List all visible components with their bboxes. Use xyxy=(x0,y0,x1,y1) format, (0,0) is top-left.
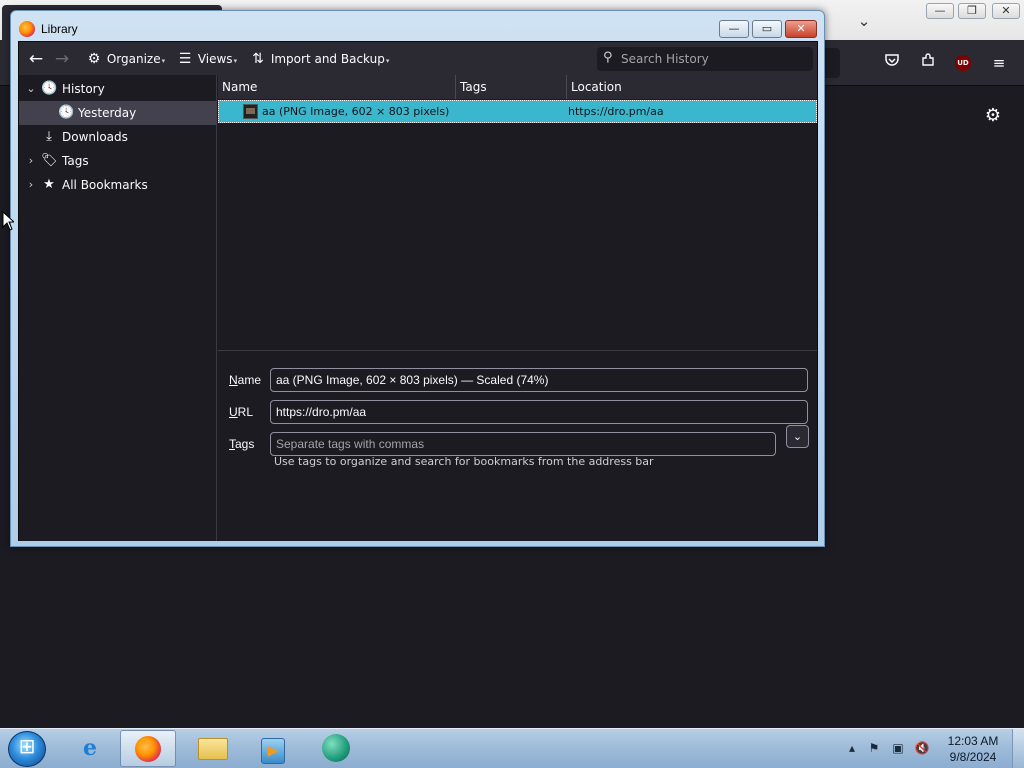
file-explorer-icon[interactable] xyxy=(185,730,241,767)
green-app-icon[interactable] xyxy=(308,730,364,767)
caret-down-icon: ▾ xyxy=(233,57,238,65)
tag-icon: 🏷 xyxy=(41,153,58,168)
caret-down-icon: ▾ xyxy=(385,57,390,65)
places-tree: ⌄ 🕓 History 🕓 Yesterday ⤓ Downloads › 🏷 … xyxy=(19,75,217,541)
tree-item-history[interactable]: ⌄ 🕓 History xyxy=(19,77,217,101)
name-field[interactable]: aa (PNG Image, 602 × 803 pixels) — Scale… xyxy=(270,368,808,392)
chevron-down-icon[interactable]: ⌄ xyxy=(852,10,876,32)
tree-item-label: Tags xyxy=(62,154,89,168)
url-field[interactable]: https://dro.pm/aa xyxy=(270,400,808,424)
star-icon: ★ xyxy=(43,177,55,192)
minimize-button[interactable]: — xyxy=(926,3,954,19)
views-button[interactable]: ☰ Views▾ xyxy=(176,48,237,70)
expand-arrow-icon[interactable]: › xyxy=(25,173,37,197)
import-export-icon: ⇅ xyxy=(252,51,264,67)
volume-muted-icon[interactable]: 🔇 xyxy=(914,740,930,756)
window-title: Library xyxy=(41,22,78,36)
name-access-key: N xyxy=(229,373,238,387)
close-button[interactable]: ✕ xyxy=(785,20,817,38)
search-icon: ⚲ xyxy=(603,50,613,65)
search-box[interactable]: ⚲ xyxy=(597,47,813,71)
name-label-rest: ame xyxy=(237,373,262,387)
internet-explorer-icon[interactable]: e xyxy=(62,730,118,767)
organize-button[interactable]: ⚙ Organize▾ xyxy=(85,48,165,70)
clock-icon: 🕓 xyxy=(58,105,75,120)
menu-icon[interactable]: ≡ xyxy=(988,52,1010,74)
url-access-key: U xyxy=(229,405,238,419)
column-header-location[interactable]: Location xyxy=(567,75,817,99)
firefox-taskbar-button[interactable] xyxy=(120,730,176,767)
clock-icon: 🕓 xyxy=(41,81,58,96)
ublock-badge: UD xyxy=(955,55,971,71)
action-center-flag-icon[interactable]: ⚑ xyxy=(866,740,882,756)
tags-label-rest: ags xyxy=(235,437,255,451)
row-name: aa (PNG Image, 602 × 803 pixels) ... xyxy=(262,105,452,118)
views-label: Views xyxy=(197,52,233,66)
list-icon: ☰ xyxy=(178,51,192,67)
tree-item-label: All Bookmarks xyxy=(62,178,148,192)
page-thumbnail-icon xyxy=(243,104,258,119)
show-desktop-button[interactable] xyxy=(1012,729,1024,768)
chevron-down-icon[interactable]: ⌄ xyxy=(786,425,809,448)
library-toolbar: ← → ⚙ Organize▾ ☰ Views▾ ⇅ Import and Ba… xyxy=(19,42,817,75)
taskbar: e ▶ ▴ ⚑ ▣ 🔇 12:03 AM 9/8/2024 xyxy=(0,728,1024,768)
details-pane: Name aa (PNG Image, 602 × 803 pixels) — … xyxy=(218,350,817,541)
media-player-icon[interactable]: ▶ xyxy=(245,730,301,767)
url-label: URL xyxy=(229,405,253,419)
url-label-rest: RL xyxy=(237,405,254,419)
taskbar-clock[interactable]: 12:03 AM 9/8/2024 xyxy=(944,733,1002,765)
organize-label: Organize xyxy=(106,52,161,66)
tree-item-label: History xyxy=(62,82,105,96)
tree-item-yesterday[interactable]: 🕓 Yesterday xyxy=(19,101,217,125)
ublock-icon[interactable]: UD xyxy=(952,52,974,74)
import-backup-label: Import and Backup xyxy=(270,52,385,66)
tags-hint: Use tags to organize and search for book… xyxy=(274,455,654,468)
system-tray: ▴ ⚑ ▣ 🔇 xyxy=(842,729,942,768)
tree-item-downloads[interactable]: ⤓ Downloads xyxy=(19,125,217,149)
tree-item-label: Downloads xyxy=(62,130,128,144)
maximize-button[interactable]: ▭ xyxy=(752,20,782,38)
forward-button[interactable]: → xyxy=(51,48,73,70)
gear-icon[interactable]: ⚙ xyxy=(982,105,1004,127)
table-row[interactable]: aa (PNG Image, 602 × 803 pixels) ... htt… xyxy=(218,100,817,123)
restore-button[interactable]: ❐ xyxy=(958,3,986,19)
mouse-cursor-icon xyxy=(2,210,16,234)
firefox-icon xyxy=(19,21,35,37)
library-window: Library — ▭ ✕ ← → ⚙ Organize▾ ☰ Views▾ ⇅… xyxy=(10,10,825,547)
caret-down-icon: ▾ xyxy=(161,57,166,65)
minimize-button[interactable]: — xyxy=(719,20,749,38)
show-hidden-icons-icon[interactable]: ▴ xyxy=(844,740,860,756)
tree-item-tags[interactable]: › 🏷 Tags xyxy=(19,149,217,173)
start-button[interactable] xyxy=(8,731,46,767)
import-backup-button[interactable]: ⇅ Import and Backup▾ xyxy=(249,48,389,70)
column-header-tags[interactable]: Tags xyxy=(456,75,567,99)
library-content: ← → ⚙ Organize▾ ☰ Views▾ ⇅ Import and Ba… xyxy=(18,41,818,541)
tags-label: Tags xyxy=(229,437,254,451)
firefox-icon xyxy=(135,736,161,762)
places-list: Name Tags Location aa (PNG Image, 602 × … xyxy=(218,75,817,350)
tags-field[interactable]: Separate tags with commas xyxy=(270,432,776,456)
clock-time: 12:03 AM xyxy=(947,734,999,748)
name-label: Name xyxy=(229,373,261,387)
download-icon: ⤓ xyxy=(46,129,52,144)
expand-arrow-icon[interactable]: › xyxy=(25,149,37,173)
tree-item-all-bookmarks[interactable]: › ★ All Bookmarks xyxy=(19,173,217,197)
extensions-icon[interactable] xyxy=(917,52,939,74)
tree-item-label: Yesterday xyxy=(78,106,137,120)
clock-date: 9/8/2024 xyxy=(949,750,997,764)
column-header-name[interactable]: Name xyxy=(218,75,456,99)
row-location: https://dro.pm/aa xyxy=(568,105,664,118)
expand-arrow-icon[interactable]: ⌄ xyxy=(25,77,37,101)
back-button[interactable]: ← xyxy=(25,48,47,70)
gear-icon: ⚙ xyxy=(87,51,101,67)
close-button[interactable]: ✕ xyxy=(992,3,1020,19)
search-input[interactable] xyxy=(621,50,806,68)
network-icon[interactable]: ▣ xyxy=(890,740,906,756)
pocket-icon[interactable] xyxy=(881,52,903,74)
